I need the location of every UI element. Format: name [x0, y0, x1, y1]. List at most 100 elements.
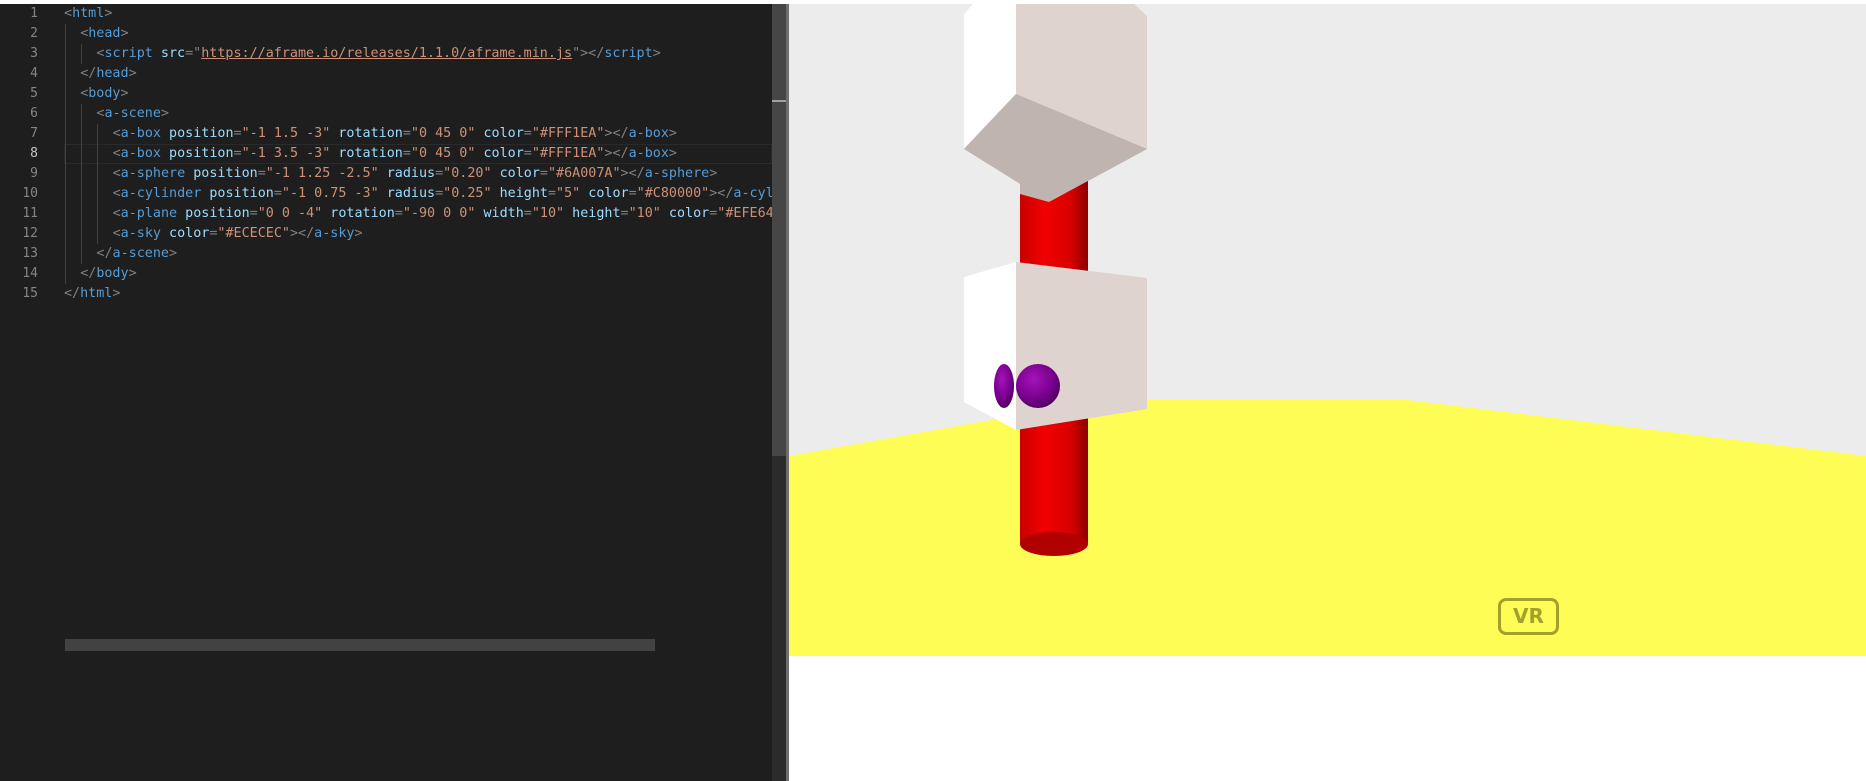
code-line[interactable]: <a-box position="-1 1.5 -3" rotation="0 … — [64, 124, 772, 144]
code-line[interactable]: <script src="https://aframe.io/releases/… — [64, 44, 772, 64]
code-token: position — [201, 186, 274, 201]
line-number: 13 — [22, 246, 38, 261]
code-line[interactable]: <head> — [64, 24, 772, 44]
line-number: 1 — [30, 6, 38, 21]
code-token: > — [709, 166, 718, 181]
line-number: 2 — [30, 26, 38, 41]
code-token: position — [177, 206, 250, 221]
line-number: 5 — [30, 86, 38, 101]
code-token: = — [402, 126, 411, 141]
code-token: </ — [80, 266, 97, 281]
indent-guide — [97, 224, 99, 244]
code-token: color — [160, 226, 210, 241]
line-number: 15 — [22, 286, 38, 301]
line-number: 9 — [30, 166, 38, 181]
code-line-content: <a-cylinder position="-1 0.75 -3" radius… — [64, 186, 772, 201]
code-token: > — [168, 246, 178, 261]
sphere-left — [994, 364, 1014, 408]
code-line[interactable]: <a-cylinder position="-1 0.75 -3" radius… — [64, 184, 772, 204]
code-token: height — [564, 206, 621, 221]
indent-guide — [81, 124, 83, 144]
code-line[interactable]: <a-box position="-1 3.5 -3" rotation="0 … — [64, 144, 772, 164]
code-line[interactable]: <a-plane position="0 0 -4" rotation="-90… — [64, 204, 772, 224]
indent-guide — [65, 244, 66, 264]
code-line-content: <body> — [64, 86, 128, 101]
code-token: "10" — [531, 206, 565, 221]
code-token: ></ — [620, 166, 645, 181]
code-token: a-box — [628, 126, 669, 141]
indent-guide — [65, 24, 66, 44]
line-number: 8 — [30, 146, 38, 161]
horizontal-scrollbar-thumb[interactable] — [65, 639, 655, 651]
code-token: = — [628, 186, 637, 201]
code-line[interactable]: <html> — [64, 4, 772, 24]
code-line[interactable]: </head> — [64, 64, 772, 84]
code-line[interactable]: <a-sphere position="-1 1.25 -2.5" radius… — [64, 164, 772, 184]
line-number: 4 — [30, 66, 38, 81]
code-token: = — [539, 166, 548, 181]
code-token: = — [435, 166, 444, 181]
code-token: > — [668, 126, 677, 141]
code-token: = — [257, 166, 266, 181]
code-token: a-box — [120, 146, 161, 161]
app-root: 1 2 3 4 5 6 7 8 9 10 11 12 13 14 15 <html> <head> <scrip… — [0, 0, 1866, 781]
scrollbar-cursor-marker — [772, 100, 786, 102]
code-token: width — [475, 206, 524, 221]
indent-guide — [65, 44, 66, 64]
line-number: 11 — [22, 206, 38, 221]
code-line[interactable]: </body> — [64, 264, 772, 284]
vertical-scrollbar-thumb[interactable] — [772, 4, 786, 456]
code-token: html — [80, 286, 113, 301]
code-editor[interactable]: 1 2 3 4 5 6 7 8 9 10 11 12 13 14 15 <html> <head> <scrip… — [0, 4, 786, 781]
code-token: "-90 0 0" — [402, 206, 476, 221]
code-line[interactable]: </html> — [64, 284, 772, 304]
code-token[interactable]: https://aframe.io/releases/1.1.0/aframe.… — [201, 46, 572, 61]
code-token: < — [64, 6, 73, 21]
code-token: = — [394, 206, 403, 221]
code-token: ></ — [604, 126, 629, 141]
code-token: = — [620, 206, 629, 221]
line-number: 10 — [22, 186, 38, 201]
vertical-scrollbar[interactable] — [772, 4, 786, 781]
code-line-content: </head> — [64, 66, 136, 81]
code-line-content: <a-plane position="0 0 -4" rotation="-90… — [64, 206, 772, 221]
code-token: head — [96, 66, 129, 81]
code-token: ></ — [289, 226, 315, 241]
code-token: "0 45 0" — [410, 126, 476, 141]
code-token: = — [273, 186, 282, 201]
indent-guide — [65, 264, 66, 284]
indent-guide — [81, 144, 83, 164]
code-line-content: </body> — [64, 266, 136, 281]
code-token: ></ — [709, 186, 734, 201]
code-token: > — [668, 146, 677, 161]
code-token: "-1 1.5 -3" — [241, 126, 331, 141]
code-token: a-plane — [120, 206, 178, 221]
preview-bottom-area — [789, 656, 1866, 781]
code-line[interactable]: <a-scene> — [64, 104, 772, 124]
code-token: "5" — [556, 186, 581, 201]
indent-guide — [97, 184, 99, 204]
code-token: = — [547, 186, 557, 201]
code-token: radius — [378, 186, 436, 201]
code-line[interactable]: <a-sky color="#ECECEC"></a-sky> — [64, 224, 772, 244]
indent-guide — [81, 164, 83, 184]
code-line-content: <head> — [64, 26, 128, 41]
code-line[interactable]: <body> — [64, 84, 772, 104]
code-line[interactable]: </a-scene> — [64, 244, 772, 264]
code-area[interactable]: <html> <head> <script src="https://aframe.… — [64, 4, 772, 304]
code-token: ></ — [580, 46, 605, 61]
indent-guide — [65, 64, 66, 84]
indent-guide — [65, 164, 66, 184]
code-token: radius — [378, 166, 436, 181]
code-token: "0.20" — [443, 166, 492, 181]
scene-preview[interactable]: VR — [789, 4, 1866, 656]
line-number: 3 — [30, 46, 38, 61]
code-token: a-scene — [112, 246, 169, 261]
line-number-gutter: 1 2 3 4 5 6 7 8 9 10 11 12 13 14 15 — [0, 4, 56, 304]
vr-mode-button[interactable]: VR — [1498, 598, 1559, 635]
indent-guide — [65, 144, 66, 164]
code-token: > — [104, 6, 113, 21]
code-token: "10" — [628, 206, 661, 221]
scene-canvas[interactable] — [789, 4, 1866, 656]
code-token: "-1 0.75 -3" — [281, 186, 379, 201]
